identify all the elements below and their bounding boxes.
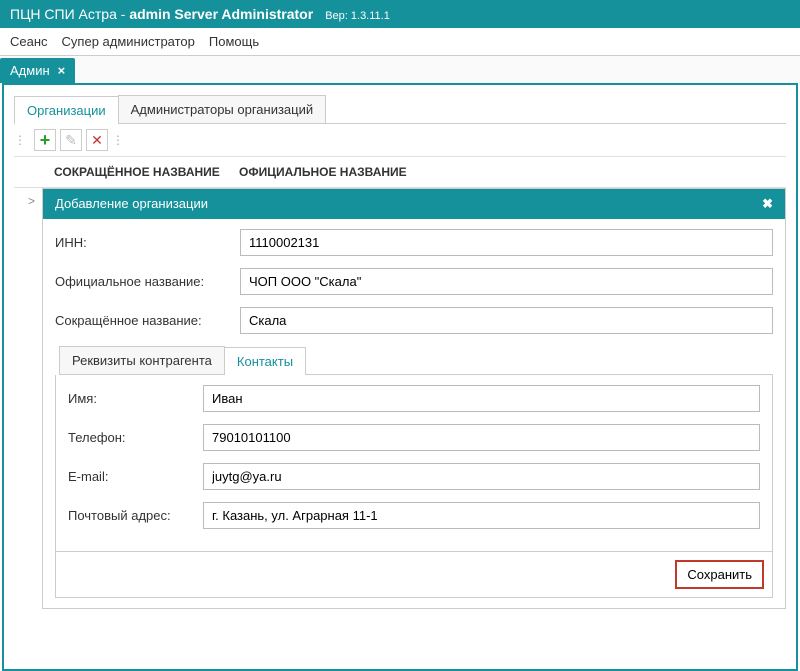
toolbar-grip2-icon: ⋮: [112, 133, 124, 147]
menu-superadmin[interactable]: Супер администратор: [62, 34, 195, 49]
input-contact-phone[interactable]: [203, 424, 760, 451]
input-full-name[interactable]: [240, 268, 773, 295]
column-full-name[interactable]: ОФИЦИАЛЬНОЕ НАЗВАНИЕ: [239, 165, 407, 179]
column-short-name[interactable]: СОКРАЩЁННОЕ НАЗВАНИЕ: [54, 165, 239, 179]
edit-button[interactable]: ✎: [60, 129, 82, 151]
pencil-icon: ✎: [65, 133, 77, 147]
content-frame: Организации Администраторы организаций ⋮…: [2, 83, 798, 671]
menu-session[interactable]: Сеанс: [10, 34, 48, 49]
menu-bar: Сеанс Супер администратор Помощь: [0, 28, 800, 56]
dialog-title: Добавление организации: [55, 196, 208, 212]
input-contact-name[interactable]: [203, 385, 760, 412]
app-name-prefix: ПЦН СПИ Астра -: [10, 6, 125, 22]
label-contact-phone: Телефон:: [68, 430, 203, 445]
app-name-bold: admin Server Administrator: [129, 6, 313, 22]
inner-tabs: Организации Администраторы организаций: [14, 95, 786, 124]
save-button[interactable]: Сохранить: [675, 560, 764, 589]
label-contact-name: Имя:: [68, 391, 203, 406]
row-expander-icon[interactable]: >: [28, 194, 35, 208]
add-button[interactable]: +: [34, 129, 56, 151]
input-short-name[interactable]: [240, 307, 773, 334]
main-tab-strip: Админ ×: [0, 56, 800, 83]
label-inn: ИНН:: [55, 235, 240, 250]
tab-admin[interactable]: Админ ×: [0, 58, 75, 83]
dialog-sub-tabs: Реквизиты контрагента Контакты: [59, 346, 773, 375]
label-contact-email: E-mail:: [68, 469, 203, 484]
input-inn[interactable]: [240, 229, 773, 256]
contacts-panel: Имя: Телефон: E-mail: Почтовый адрес:: [55, 375, 773, 552]
tab-organizations[interactable]: Организации: [14, 96, 119, 124]
dialog-footer: Сохранить: [55, 552, 773, 598]
subtab-contacts[interactable]: Контакты: [224, 347, 306, 375]
x-icon: ✕: [91, 133, 103, 147]
dialog-close-icon[interactable]: ✖: [762, 196, 773, 212]
dialog-body: ИНН: Официальное название: Сокращённое н…: [43, 219, 785, 608]
close-icon[interactable]: ×: [58, 63, 66, 78]
tab-admin-label: Админ: [10, 63, 50, 78]
dialog-title-bar: Добавление организации ✖: [43, 189, 785, 219]
input-contact-address[interactable]: [203, 502, 760, 529]
menu-help[interactable]: Помощь: [209, 34, 259, 49]
grid-header: СОКРАЩЁННОЕ НАЗВАНИЕ ОФИЦИАЛЬНОЕ НАЗВАНИ…: [14, 157, 786, 188]
plus-icon: +: [40, 131, 51, 149]
label-contact-address: Почтовый адрес:: [68, 508, 203, 523]
label-short-name: Сокращённое название:: [55, 313, 240, 328]
delete-button[interactable]: ✕: [86, 129, 108, 151]
title-bar: ПЦН СПИ Астра - admin Server Administrat…: [0, 0, 800, 28]
version-value: 1.3.11.1: [351, 10, 390, 22]
toolbar: ⋮ + ✎ ✕ ⋮: [14, 124, 786, 157]
tab-org-admins[interactable]: Администраторы организаций: [118, 95, 327, 123]
subtab-requisites[interactable]: Реквизиты контрагента: [59, 346, 225, 374]
toolbar-grip-icon: ⋮: [14, 133, 26, 147]
version-label: Вер:: [325, 10, 348, 22]
label-full-name: Официальное название:: [55, 274, 240, 289]
dialog-add-org: Добавление организации ✖ ИНН: Официально…: [42, 188, 786, 609]
input-contact-email[interactable]: [203, 463, 760, 490]
